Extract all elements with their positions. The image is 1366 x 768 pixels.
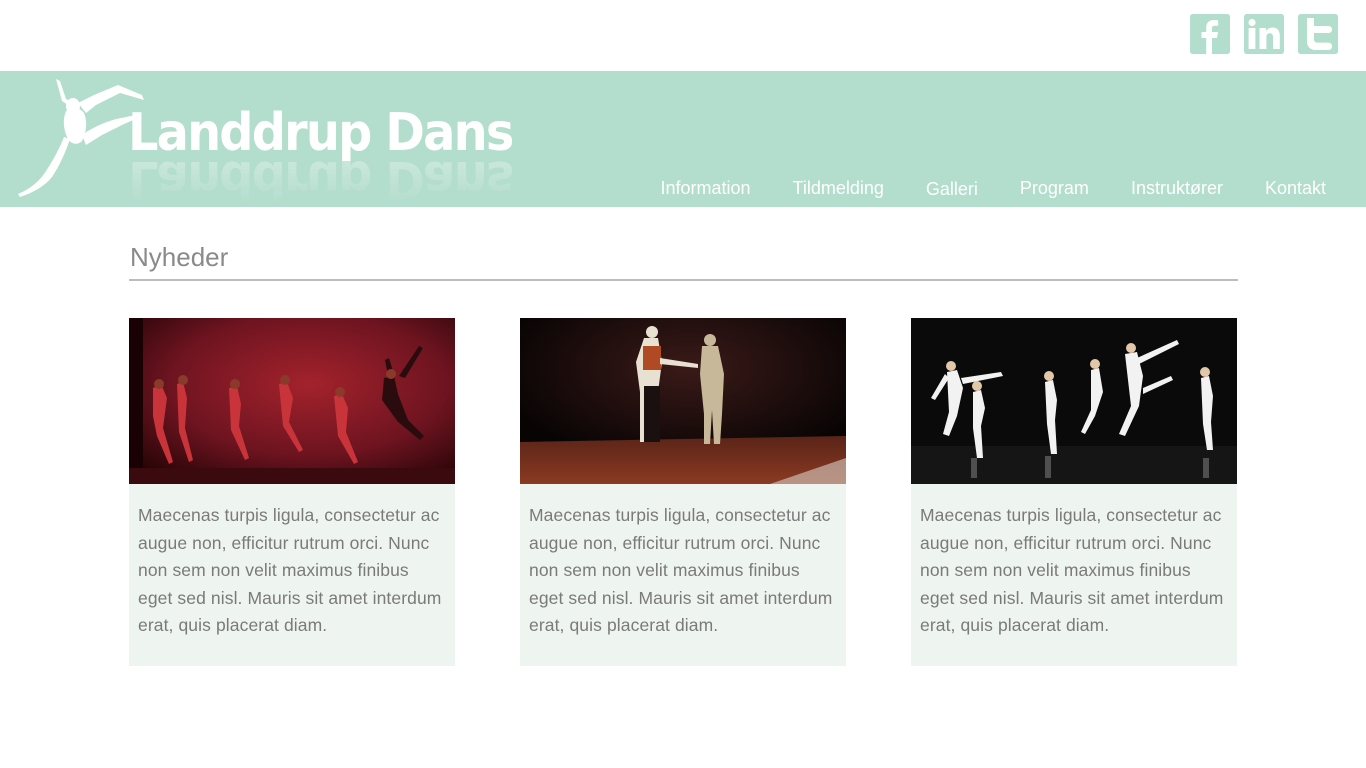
news-card-text: Maecenas turpis ligula, consectetur ac a… bbox=[138, 505, 442, 636]
twitter-link[interactable] bbox=[1298, 14, 1338, 54]
social-links bbox=[1190, 14, 1338, 54]
brand-name: Landdrup Dans bbox=[128, 103, 514, 163]
site-logo[interactable]: Landdrup Dans Landdrup Dans bbox=[16, 71, 514, 207]
linkedin-icon bbox=[1244, 14, 1284, 54]
nav-instruktorer[interactable]: Instruktører bbox=[1089, 178, 1223, 199]
couple-dancing-image bbox=[520, 318, 846, 484]
facebook-link[interactable] bbox=[1190, 14, 1230, 54]
nav-galleri[interactable]: Galleri bbox=[884, 179, 978, 200]
news-title: Nyheder bbox=[130, 242, 229, 272]
linkedin-link[interactable] bbox=[1244, 14, 1284, 54]
nav-information[interactable]: Information bbox=[660, 178, 750, 199]
nav-kontakt[interactable]: Kontakt bbox=[1223, 178, 1326, 199]
header-banner: Landdrup Dans Landdrup Dans Information … bbox=[0, 71, 1366, 207]
news-card[interactable]: Maecenas turpis ligula, consectetur ac a… bbox=[129, 318, 455, 666]
dance-troupe-image bbox=[129, 318, 455, 484]
twitter-icon bbox=[1298, 14, 1338, 54]
main-navigation: Information Tildmelding Galleri Program … bbox=[660, 178, 1326, 199]
nav-tildmelding[interactable]: Tildmelding bbox=[751, 178, 884, 199]
news-card-text: Maecenas turpis ligula, consectetur ac a… bbox=[920, 505, 1224, 636]
brand-name-reflection: Landdrup Dans bbox=[128, 153, 513, 205]
news-card[interactable]: Maecenas turpis ligula, consectetur ac a… bbox=[520, 318, 846, 666]
section-divider bbox=[129, 279, 1238, 281]
nav-program[interactable]: Program bbox=[978, 178, 1089, 199]
news-card[interactable]: Maecenas turpis ligula, consectetur ac a… bbox=[911, 318, 1237, 666]
news-card-text: Maecenas turpis ligula, consectetur ac a… bbox=[529, 505, 833, 636]
dancers-white-dresses-image bbox=[911, 318, 1237, 484]
facebook-icon bbox=[1190, 14, 1230, 54]
